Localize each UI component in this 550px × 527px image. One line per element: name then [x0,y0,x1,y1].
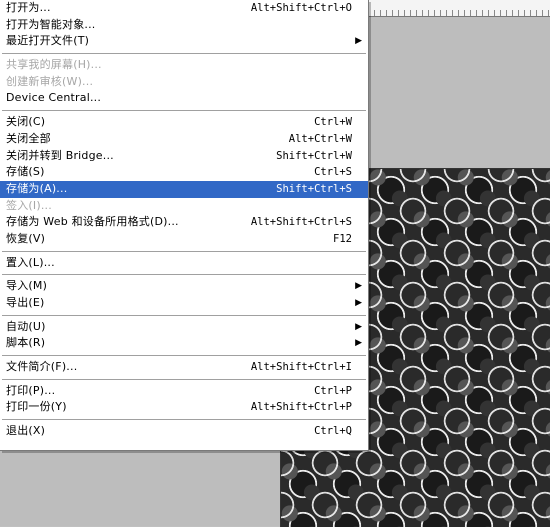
menu-item-label: 签入(I)... [6,198,52,212]
menu-item-print[interactable]: 打印(P)... Ctrl+P [0,383,368,400]
menu-item-label: 最近打开文件(T) [6,34,90,48]
menu-item-print-one-copy[interactable]: 打印一份(Y) Alt+Shift+Ctrl+P [0,399,368,416]
menu-item-label: 创建新审核(W)... [6,74,94,88]
menu-item-automate[interactable]: 自动(U) ▶ [0,319,368,336]
menu-item-exit[interactable]: 退出(X) Ctrl+Q [0,423,368,440]
menu-item-share-my-screen: 共享我的屏幕(H)... [0,57,368,74]
menu-separator [2,314,366,316]
menu-item-label: Device Central... [6,91,102,105]
menu-item-shortcut: Shift+Ctrl+S [276,182,352,195]
horizontal-ruler [368,0,550,17]
menu-item-label: 存储为(A)... [6,181,68,195]
menu-item-open-as-smart-object[interactable]: 打开为智能对象... [0,17,368,34]
menu-item-label: 存储为 Web 和设备所用格式(D)... [6,215,179,229]
menu-item-revert[interactable]: 恢复(V) F12 [0,231,368,248]
menu-item-label: 共享我的屏幕(H)... [6,58,102,72]
menu-separator [2,274,366,276]
menu-item-save-as[interactable]: 存储为(A)... Shift+Ctrl+S [0,180,368,198]
menu-separator [2,110,366,112]
menu-item-save-for-web[interactable]: 存储为 Web 和设备所用格式(D)... Alt+Shift+Ctrl+S [0,214,368,231]
menu-item-open-as[interactable]: 打开为... Alt+Shift+Ctrl+O [0,0,368,17]
menu-item-label: 存储(S) [6,165,45,179]
menu-item-shortcut: Ctrl+Q [314,425,352,438]
submenu-arrow-icon: ▶ [355,338,362,349]
menu-separator [2,378,366,380]
menu-item-shortcut: Alt+Shift+Ctrl+I [250,361,352,374]
menu-item-shortcut: Shift+Ctrl+W [276,149,352,162]
menu-item-label: 打开为智能对象... [6,17,96,31]
menu-item-shortcut: Ctrl+S [314,166,352,179]
submenu-arrow-icon: ▶ [355,36,362,47]
menu-separator [2,53,366,55]
menu-item-close[interactable]: 关闭(C) Ctrl+W [0,114,368,131]
menu-item-label: 打开为... [6,1,51,14]
menu-separator [2,250,366,252]
submenu-arrow-icon: ▶ [355,298,362,308]
menu-item-label: 自动(U) [6,319,46,333]
menu-item-label: 恢复(V) [6,231,46,245]
submenu-arrow-icon: ▶ [355,321,362,332]
menu-item-close-all[interactable]: 关闭全部 Alt+Ctrl+W [0,131,368,148]
submenu-arrow-icon: ▶ [355,281,362,292]
menu-item-shortcut: Ctrl+W [314,116,352,129]
menu-item-label: 退出(X) [6,424,46,438]
menu-separator [2,419,366,421]
menu-item-label: 打印(P)... [6,383,56,397]
menu-item-import[interactable]: 导入(M) ▶ [0,278,368,295]
menu-separator [2,355,366,357]
menu-item-shortcut: Ctrl+P [314,384,352,397]
menu-item-file-info[interactable]: 文件简介(F)... Alt+Shift+Ctrl+I [0,359,368,376]
menu-item-label: 打印一份(Y) [6,400,67,414]
menu-item-open-recent[interactable]: 最近打开文件(T) ▶ [0,33,368,50]
menu-item-label: 关闭全部 [6,131,51,145]
menu-item-label: 文件简介(F)... [6,360,78,374]
menu-item-scripts[interactable]: 脚本(R) ▶ [0,335,368,352]
menu-item-label: 置入(L)... [6,255,55,269]
menu-item-shortcut: Alt+Shift+Ctrl+O [250,2,352,14]
menu-item-label: 关闭并转到 Bridge... [6,148,114,162]
menu-item-device-central[interactable]: Device Central... [0,90,368,107]
menu-item-shortcut: Alt+Ctrl+W [288,132,352,145]
menu-item-label: 关闭(C) [6,115,46,129]
menu-item-export[interactable]: 导出(E) ▶ [0,295,368,312]
menu-item-label: 导出(E) [6,296,45,309]
menu-item-close-and-go-to-bridge[interactable]: 关闭并转到 Bridge... Shift+Ctrl+W [0,148,368,165]
file-menu: 打开为... Alt+Shift+Ctrl+O 打开为智能对象... 最近打开文… [0,0,369,451]
menu-item-check-in: 签入(I)... [0,198,368,215]
menu-item-label: 脚本(R) [6,336,46,350]
menu-item-label: 导入(M) [6,279,48,293]
menu-item-shortcut: F12 [333,232,352,245]
menu-item-place[interactable]: 置入(L)... [0,255,368,272]
menu-item-create-new-review: 创建新审核(W)... [0,74,368,91]
menu-item-shortcut: Alt+Shift+Ctrl+P [250,401,352,414]
menu-item-shortcut: Alt+Shift+Ctrl+S [250,216,352,229]
menu-item-save[interactable]: 存储(S) Ctrl+S [0,164,368,181]
